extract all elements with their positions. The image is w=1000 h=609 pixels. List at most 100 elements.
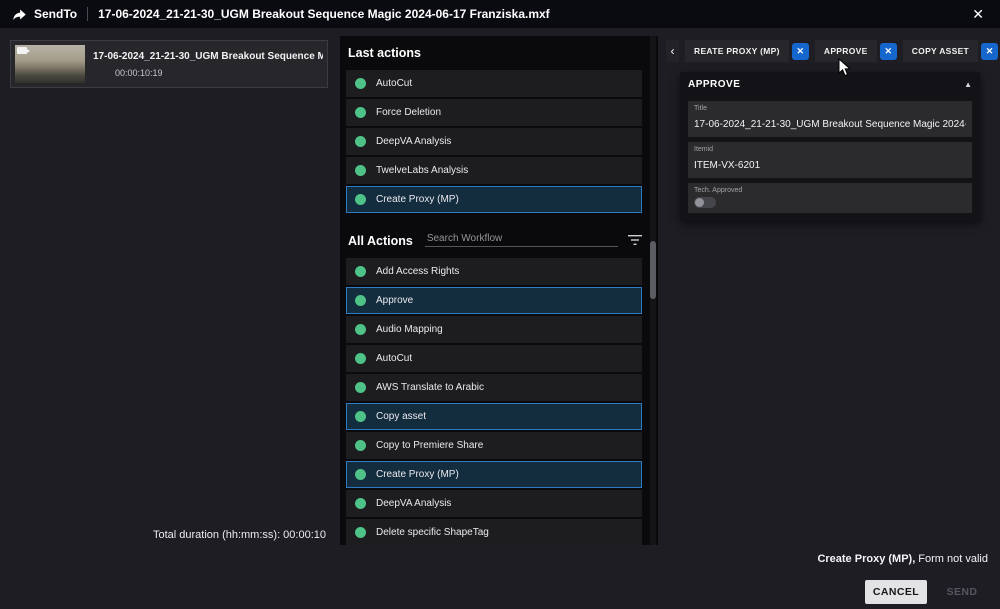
status-dot-icon [355,136,366,147]
title-field-label: Title [694,105,966,112]
chips-container: REATE PROXY (MP) ✕ APPROVE ✕ COPY ASSET … [679,40,998,62]
all-actions-heading: All Actions [348,234,413,248]
tech-approved-toggle[interactable] [694,197,716,208]
approve-form-header[interactable]: APPROVE ▲ [680,72,980,96]
status-dot-icon [355,440,366,451]
status-dot-icon [355,498,366,509]
collapse-icon: ▲ [964,80,972,89]
actions-panel: Last actions AutoCut Force Deletion Deep… [340,36,658,545]
status-dot-icon [355,527,366,538]
action-item-label: Delete specific ShapeTag [376,527,489,538]
title-input[interactable] [694,119,966,130]
remove-chip-icon[interactable]: ✕ [880,43,897,60]
action-item-label: Copy asset [376,411,426,422]
status-dot-icon [355,266,366,277]
approve-form-title: APPROVE [688,79,740,90]
action-item-label: Approve [376,295,413,306]
action-item-label: Create Proxy (MP) [376,194,459,205]
status-dot-icon [355,194,366,205]
selected-workflows-row: ‹ REATE PROXY (MP) ✕ APPROVE ✕ COPY ASSE… [666,40,990,62]
form-status-text: Create Proxy (MP), Form not valid [817,553,988,565]
form-status-workflow: Create Proxy (MP), [817,553,915,565]
approve-form: APPROVE ▲ Title Itemid Tech. Approved [680,72,980,221]
action-item[interactable]: Audio Mapping [346,316,642,343]
scrollbar-track[interactable] [650,36,656,545]
status-dot-icon [355,107,366,118]
search-input[interactable] [425,231,618,247]
action-item[interactable]: Copy to Premiere Share [346,432,642,459]
action-item-label: Copy to Premiere Share [376,440,483,451]
action-item[interactable]: DeepVA Analysis [346,490,642,517]
remove-chip-icon[interactable]: ✕ [981,43,998,60]
title-divider [87,7,88,21]
action-item-label: Create Proxy (MP) [376,469,459,480]
cancel-button[interactable]: CANCEL [865,580,927,604]
action-item[interactable]: Delete specific ShapeTag [346,519,642,545]
itemid-field[interactable]: Itemid [688,142,972,178]
asset-meta: 17-06-2024_21-21-30_UGM Breakout Sequenc… [93,51,323,78]
scrollbar-thumb[interactable] [650,241,656,299]
action-item-label: Add Access Rights [376,266,459,277]
sendto-dialog: SendTo 17-06-2024_21-21-30_UGM Breakout … [0,0,1000,609]
action-item-label: AutoCut [376,78,412,89]
action-item[interactable]: AWS Translate to Arabic [346,374,642,401]
all-actions-header: All Actions [348,231,642,248]
workflow-chip-label: APPROVE [815,40,877,62]
filter-icon[interactable] [628,234,642,246]
action-item-label: AWS Translate to Arabic [376,382,484,393]
itemid-input[interactable] [694,160,966,171]
send-button[interactable]: SEND [936,580,988,604]
tech-approved-field: Tech. Approved [688,183,972,213]
action-item-label: DeepVA Analysis [376,136,451,147]
action-item-label: Force Deletion [376,107,441,118]
action-item-label: AutoCut [376,353,412,364]
action-item[interactable]: TwelveLabs Analysis [346,157,642,184]
action-item[interactable]: Create Proxy (MP) [346,186,642,213]
status-dot-icon [355,382,366,393]
action-item[interactable]: Approve [346,287,642,314]
action-item[interactable]: Copy asset [346,403,642,430]
dialog-title: 17-06-2024_21-21-30_UGM Breakout Sequenc… [98,7,968,21]
action-item[interactable]: Add Access Rights [346,258,642,285]
action-item[interactable]: AutoCut [346,70,642,97]
asset-card[interactable]: 17-06-2024_21-21-30_UGM Breakout Sequenc… [10,40,328,88]
all-actions-list: Add Access Rights Approve Audio Mapping … [346,258,642,545]
last-actions-list: AutoCut Force Deletion DeepVA Analysis T… [346,70,642,213]
camera-icon [17,47,27,54]
dialog-header: SendTo 17-06-2024_21-21-30_UGM Breakout … [0,0,1000,28]
title-field[interactable]: Title [688,101,972,137]
status-dot-icon [355,324,366,335]
status-dot-icon [355,411,366,422]
tech-approved-label: Tech. Approved [694,187,966,194]
status-dot-icon [355,295,366,306]
last-actions-heading: Last actions [348,46,642,60]
toggle-knob [695,198,704,207]
action-item-label: Audio Mapping [376,324,443,335]
workflow-chip[interactable]: COPY ASSET ✕ [903,40,998,62]
action-item-label: DeepVA Analysis [376,498,451,509]
workflow-chip-label: REATE PROXY (MP) [685,40,789,62]
action-item-label: TwelveLabs Analysis [376,165,468,176]
workflow-chip-label: COPY ASSET [903,40,978,62]
status-dot-icon [355,469,366,480]
close-icon[interactable]: ✕ [968,5,988,23]
app-label: SendTo [34,7,77,21]
asset-thumbnail [15,45,85,83]
asset-title: 17-06-2024_21-21-30_UGM Breakout Sequenc… [93,51,323,62]
workflow-chip[interactable]: APPROVE ✕ [815,40,897,62]
chevron-left-icon[interactable]: ‹ [666,40,679,62]
action-item[interactable]: Force Deletion [346,99,642,126]
action-item[interactable]: DeepVA Analysis [346,128,642,155]
action-item[interactable]: AutoCut [346,345,642,372]
action-item[interactable]: Create Proxy (MP) [346,461,642,488]
total-duration-label: Total duration (hh:mm:ss): 00:00:10 [10,529,326,541]
status-dot-icon [355,353,366,364]
workflow-chip[interactable]: REATE PROXY (MP) ✕ [685,40,809,62]
remove-chip-icon[interactable]: ✕ [792,43,809,60]
asset-duration: 00:00:10:19 [115,68,323,78]
itemid-field-label: Itemid [694,146,966,153]
status-dot-icon [355,165,366,176]
form-status-message: Form not valid [915,553,988,565]
sendto-icon [12,7,27,22]
status-dot-icon [355,78,366,89]
